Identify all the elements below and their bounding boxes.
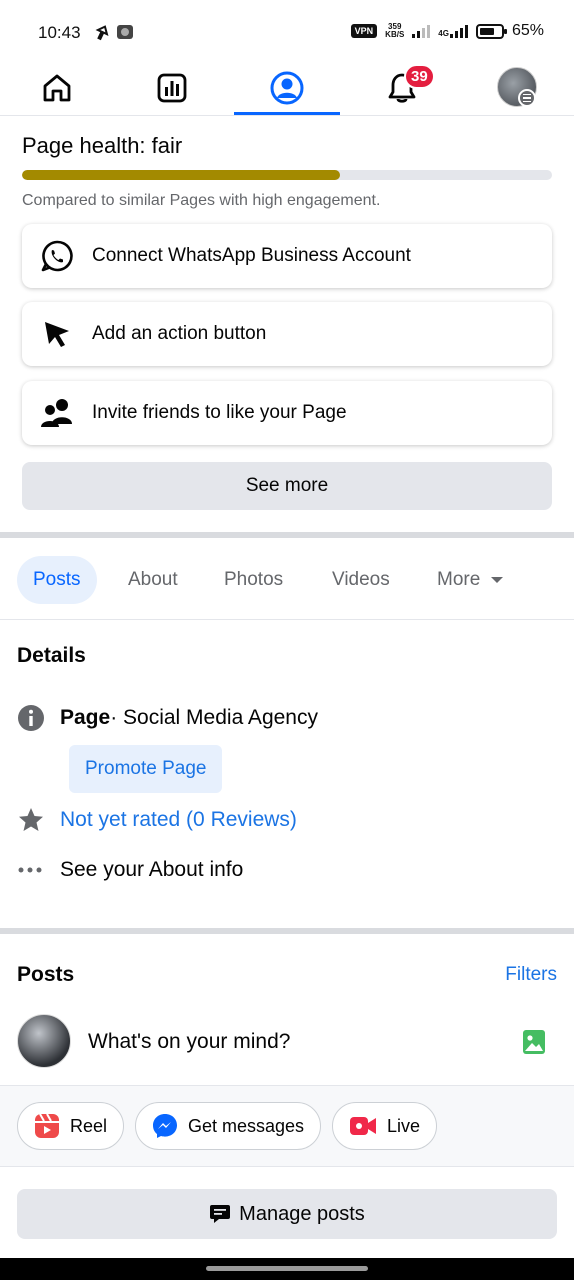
add-action-button-card[interactable]: Add an action button <box>22 302 552 366</box>
notifications-badge: 39 <box>404 64 435 89</box>
vpn-badge: VPN <box>350 24 378 38</box>
section-divider <box>0 532 574 538</box>
manage-posts-icon <box>210 1205 231 1223</box>
star-icon <box>17 806 60 834</box>
details-heading: Details <box>17 644 86 667</box>
connect-whatsapp-card[interactable]: Connect WhatsApp Business Account <box>22 224 552 288</box>
messenger-icon <box>153 1114 177 1138</box>
mobile-data-icon: 4G <box>438 24 468 38</box>
photo-icon[interactable] <box>522 1029 546 1060</box>
top-navigation <box>0 60 574 116</box>
info-icon <box>17 704 60 732</box>
promote-page-button[interactable]: Promote Page <box>69 745 223 793</box>
profile-tabs: Posts About Photos Videos More <box>0 540 574 620</box>
invite-friends-card[interactable]: Invite friends to like your Page <box>22 381 552 445</box>
cursor-icon <box>22 318 92 350</box>
page-health-bar <box>22 170 552 180</box>
composer-input[interactable]: What's on your mind? <box>88 1030 290 1054</box>
card-label: Add an action button <box>92 323 267 344</box>
battery-icon <box>475 23 507 39</box>
nav-home[interactable] <box>27 66 87 110</box>
avatar[interactable] <box>17 1014 71 1068</box>
status-time: 10:43 <box>38 23 81 42</box>
page-health-subtitle: Compared to similar Pages with high enga… <box>22 192 381 209</box>
status-bar: 10:43 VPN 359 KB/S 4G 65% <box>0 0 574 60</box>
tab-more-label: More <box>437 569 481 590</box>
home-icon <box>43 74 71 102</box>
filters-link[interactable]: Filters <box>505 964 557 986</box>
card-label: Connect WhatsApp Business Account <box>92 245 411 266</box>
network-speed: 359 KB/S <box>385 22 405 39</box>
active-tab-indicator <box>234 112 340 115</box>
tab-videos[interactable]: Videos <box>332 556 390 604</box>
tab-about[interactable]: About <box>128 556 178 604</box>
sync-icon <box>92 23 112 48</box>
reel-label: Reel <box>70 1115 108 1136</box>
nav-dashboard[interactable] <box>142 66 202 110</box>
page-category: · Social Media Agency <box>110 706 318 729</box>
battery-percent: 65% <box>511 22 544 39</box>
section-divider <box>0 928 574 934</box>
get-messages-button[interactable]: Get messages <box>135 1102 322 1150</box>
posts-heading: Posts <box>17 963 75 986</box>
page-health-title: Page health: fair <box>22 133 183 158</box>
manage-posts-button[interactable]: Manage posts <box>17 1189 557 1239</box>
tab-posts[interactable]: Posts <box>17 556 97 604</box>
nav-profile[interactable] <box>257 66 317 110</box>
dashboard-icon <box>157 73 187 103</box>
reel-button[interactable]: Reel <box>17 1102 125 1150</box>
friends-icon <box>22 398 92 428</box>
caret-down-icon <box>491 577 504 583</box>
manage-posts-label: Manage posts <box>239 1202 365 1225</box>
see-more-button[interactable]: See more <box>22 462 552 510</box>
more-dots-icon <box>17 866 60 874</box>
video-camera-icon <box>350 1117 376 1135</box>
page-health-bar-fill <box>22 170 340 180</box>
home-gesture-bar[interactable] <box>206 1266 368 1271</box>
live-button[interactable]: Live <box>332 1102 438 1150</box>
app-notification-icon <box>116 23 134 46</box>
signal-icon <box>412 25 431 38</box>
rating-row[interactable]: Not yet rated (0 Reviews) <box>17 806 297 834</box>
card-label: Invite friends to like your Page <box>92 402 347 423</box>
menu-icon <box>518 89 536 107</box>
profile-icon <box>270 71 304 105</box>
whatsapp-icon <box>22 239 92 273</box>
get-messages-label: Get messages <box>188 1115 305 1136</box>
about-info-row[interactable]: See your About info <box>17 858 243 882</box>
about-info-label: See your About info <box>60 858 244 881</box>
status-right: VPN 359 KB/S 4G 65% <box>350 22 544 40</box>
page-category-row: Page · Social Media Agency <box>17 704 318 732</box>
tab-more[interactable]: More <box>437 556 504 604</box>
live-label: Live <box>387 1115 421 1136</box>
reel-icon <box>35 1113 59 1138</box>
page-health-status: fair <box>151 133 183 158</box>
page-label: Page <box>60 706 111 729</box>
rating-link[interactable]: Not yet rated (0 Reviews) <box>60 808 297 832</box>
tab-photos[interactable]: Photos <box>224 556 283 604</box>
